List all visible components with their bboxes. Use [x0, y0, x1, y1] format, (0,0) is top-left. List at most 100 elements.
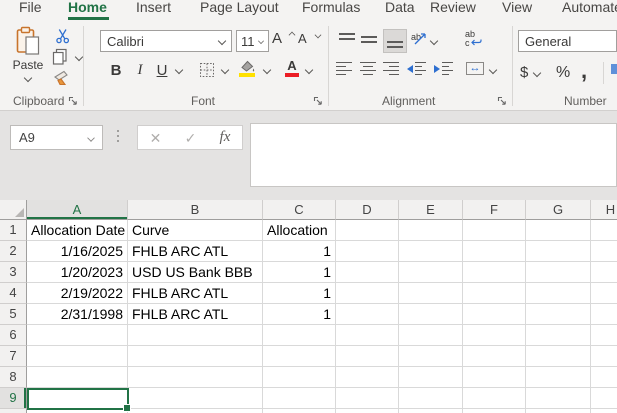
name-box-resize-handle[interactable] [117, 130, 119, 142]
cancel-icon[interactable]: ✕ [150, 131, 162, 145]
cell-B10[interactable] [128, 409, 263, 413]
cell-G4[interactable] [526, 283, 591, 304]
cell-H2[interactable] [591, 241, 617, 262]
cell-B4[interactable]: FHLB ARC ATL [128, 283, 263, 304]
cell-A5[interactable]: 2/31/1998 [27, 304, 128, 325]
cell-A8[interactable] [27, 367, 128, 388]
row-header-4[interactable]: 4 [0, 283, 27, 304]
cell-F10[interactable] [463, 409, 526, 413]
cell-H3[interactable] [591, 262, 617, 283]
top-align-button[interactable] [339, 33, 355, 46]
cell-C7[interactable] [263, 346, 336, 367]
format-painter-button[interactable] [53, 70, 70, 86]
tab-view[interactable]: View [502, 0, 532, 17]
cell-C3[interactable]: 1 [263, 262, 336, 283]
copy-dropdown-chevron-icon[interactable] [74, 52, 84, 62]
bold-button[interactable]: B [108, 60, 124, 80]
cell-G6[interactable] [526, 325, 591, 346]
font-name-chevron-icon[interactable] [217, 36, 227, 46]
cell-H5[interactable] [591, 304, 617, 325]
cell-D6[interactable] [336, 325, 399, 346]
row-header-9[interactable]: 9 [0, 388, 27, 409]
cell-D8[interactable] [336, 367, 399, 388]
column-header-H[interactable]: H [591, 200, 617, 220]
selected-cell-outline[interactable] [27, 388, 131, 412]
cell-G3[interactable] [526, 262, 591, 283]
shrink-font-button[interactable]: A [298, 30, 322, 52]
column-header-B[interactable]: B [128, 200, 263, 220]
tab-review[interactable]: Review [430, 0, 476, 17]
grow-font-button[interactable]: A [272, 30, 296, 52]
column-header-F[interactable]: F [463, 200, 526, 220]
row-header-2[interactable]: 2 [0, 241, 27, 262]
cell-C9[interactable] [263, 388, 336, 409]
cell-E10[interactable] [399, 409, 463, 413]
cell-G9[interactable] [526, 388, 591, 409]
paste-dropdown-chevron-icon[interactable] [23, 73, 33, 83]
select-all-corner[interactable] [0, 200, 27, 220]
wrap-text-button[interactable]: ab c [464, 28, 484, 48]
font-color-chevron-icon[interactable] [304, 65, 314, 75]
enter-icon[interactable]: ✓ [185, 131, 197, 145]
row-header-3[interactable]: 3 [0, 262, 27, 283]
fill-color-chevron-icon[interactable] [262, 65, 272, 75]
name-box-chevron-icon[interactable] [87, 133, 95, 142]
column-header-A[interactable]: A [27, 200, 128, 220]
tab-formulas[interactable]: Formulas [302, 0, 360, 17]
cell-E4[interactable] [399, 283, 463, 304]
cell-B8[interactable] [128, 367, 263, 388]
cell-G10[interactable] [526, 409, 591, 413]
comma-style-button[interactable]: , [581, 58, 587, 84]
column-header-G[interactable]: G [526, 200, 591, 220]
cell-F2[interactable] [463, 241, 526, 262]
cell-H1[interactable] [591, 220, 617, 241]
fill-handle[interactable] [123, 404, 131, 412]
currency-chevron-icon[interactable] [532, 68, 542, 78]
orientation-chevron-icon[interactable] [429, 36, 439, 46]
insert-function-icon[interactable]: fx [220, 129, 231, 146]
cell-B9[interactable] [128, 388, 263, 409]
cell-D5[interactable] [336, 304, 399, 325]
cell-A7[interactable] [27, 346, 128, 367]
cell-H6[interactable] [591, 325, 617, 346]
cell-H7[interactable] [591, 346, 617, 367]
clipboard-dialog-launcher-icon[interactable] [68, 96, 78, 106]
cell-E7[interactable] [399, 346, 463, 367]
cell-D10[interactable] [336, 409, 399, 413]
tab-data[interactable]: Data [385, 0, 415, 17]
cell-E3[interactable] [399, 262, 463, 283]
cell-H8[interactable] [591, 367, 617, 388]
paste-button[interactable]: Paste [8, 26, 48, 90]
cell-C4[interactable]: 1 [263, 283, 336, 304]
cell-F4[interactable] [463, 283, 526, 304]
font-size-combo[interactable]: 11 [236, 30, 269, 52]
cell-F3[interactable] [463, 262, 526, 283]
name-box[interactable]: A9 [10, 125, 103, 150]
cell-B2[interactable]: FHLB ARC ATL [128, 241, 263, 262]
cell-G8[interactable] [526, 367, 591, 388]
cell-C2[interactable]: 1 [263, 241, 336, 262]
align-right-button[interactable] [383, 62, 399, 75]
alignment-dialog-launcher-icon[interactable] [497, 96, 507, 106]
underline-button[interactable]: U [155, 60, 169, 80]
cell-B6[interactable] [128, 325, 263, 346]
cell-B3[interactable]: USD US Bank BBB [128, 262, 263, 283]
cell-D9[interactable] [336, 388, 399, 409]
cell-F5[interactable] [463, 304, 526, 325]
font-color-button[interactable]: A [285, 59, 299, 77]
orientation-button[interactable]: ab [411, 30, 429, 46]
cut-button[interactable] [55, 28, 71, 44]
cell-F1[interactable] [463, 220, 526, 241]
tab-automate[interactable]: Automate [562, 0, 617, 17]
cell-E6[interactable] [399, 325, 463, 346]
cell-G7[interactable] [526, 346, 591, 367]
tab-insert[interactable]: Insert [136, 0, 171, 17]
cell-H9[interactable] [591, 388, 617, 409]
cell-F8[interactable] [463, 367, 526, 388]
cell-A4[interactable]: 2/19/2022 [27, 283, 128, 304]
cell-C8[interactable] [263, 367, 336, 388]
cell-E1[interactable] [399, 220, 463, 241]
align-center-button[interactable] [360, 62, 376, 75]
cell-H10[interactable] [591, 409, 617, 413]
merge-center-button[interactable]: ↔ [466, 62, 484, 75]
